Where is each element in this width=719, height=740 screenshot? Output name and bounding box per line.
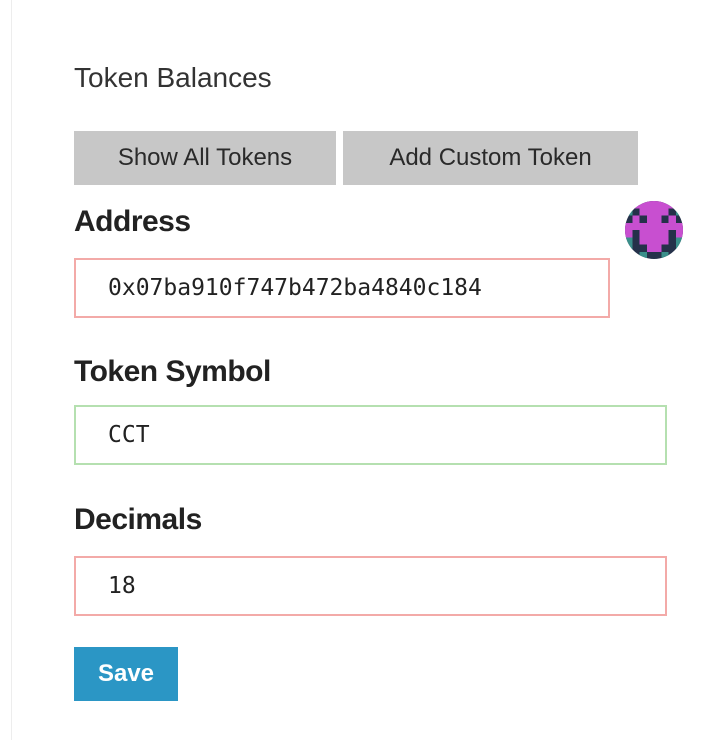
address-identicon-icon bbox=[625, 201, 683, 259]
save-button[interactable]: Save bbox=[74, 647, 178, 701]
panel-title: Token Balances bbox=[74, 62, 272, 93]
token-balances-panel: Token Balances Show All Tokens Add Custo… bbox=[74, 0, 684, 740]
decimals-input[interactable] bbox=[74, 556, 667, 616]
address-input[interactable] bbox=[74, 258, 610, 318]
show-all-tokens-button[interactable]: Show All Tokens bbox=[74, 131, 336, 185]
token-symbol-label: Token Symbol bbox=[74, 355, 271, 388]
address-label: Address bbox=[74, 205, 191, 238]
add-custom-token-button[interactable]: Add Custom Token bbox=[343, 131, 638, 185]
token-symbol-input[interactable] bbox=[74, 405, 667, 465]
token-actions-toolbar: Show All Tokens Add Custom Token bbox=[74, 131, 638, 185]
decimals-label: Decimals bbox=[74, 503, 202, 536]
panel-left-divider bbox=[11, 0, 12, 740]
